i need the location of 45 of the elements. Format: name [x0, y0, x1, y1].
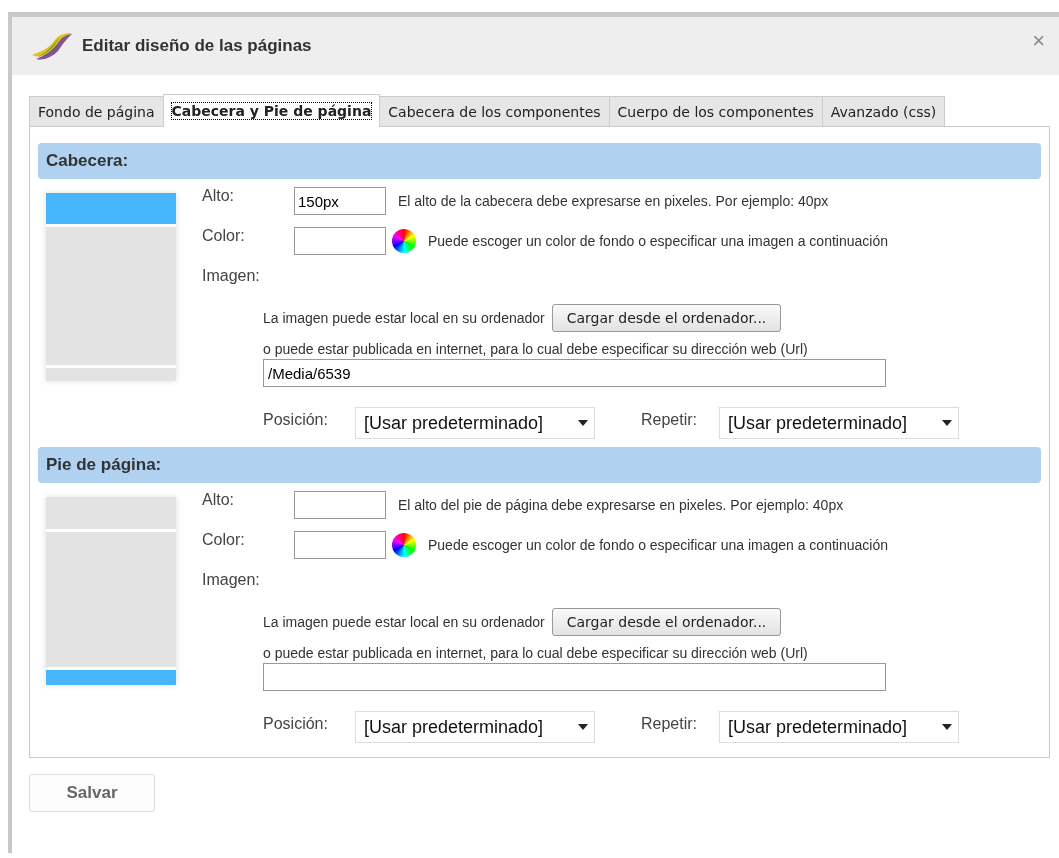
- color-input[interactable]: [294, 227, 386, 255]
- caret-icon: [942, 420, 952, 426]
- upload-button[interactable]: Cargar desde el ordenador...: [551, 304, 782, 332]
- height-input[interactable]: [294, 491, 386, 519]
- tab[interactable]: Cuerpo de los componentes: [608, 96, 823, 126]
- repeat-dropdown[interactable]: [Usar predeterminado]: [719, 711, 959, 743]
- section-header: Cabecera:: [38, 143, 1041, 179]
- position-dropdown[interactable]: [Usar predeterminado]: [355, 407, 595, 439]
- field-label: Color:: [202, 226, 246, 245]
- info-text: o puede estar publicada en internet, para lo cual debe especificar su dirección web (Url): [263, 645, 809, 661]
- tab[interactable]: Fondo de página: [29, 96, 164, 126]
- field-label: Posición:: [263, 715, 329, 733]
- position-dropdown[interactable]: [Usar predeterminado]: [355, 711, 595, 743]
- tab[interactable]: Avanzado (css): [821, 96, 946, 126]
- height-input[interactable]: 150px: [294, 187, 386, 215]
- caret-icon: [578, 724, 588, 730]
- field-label: Color:: [202, 530, 246, 549]
- url-input[interactable]: /Media/6539: [263, 359, 886, 387]
- info-text: La imagen puede estar local en su ordenador: [263, 614, 545, 630]
- field-label: Repetir:: [641, 411, 699, 429]
- window-title: Editar diseño de las páginas: [82, 36, 313, 56]
- hint-text: Puede escoger un color de fondo o especificar una imagen a continuación: [428, 537, 888, 553]
- tab[interactable]: Cabecera de los componentes: [379, 96, 610, 126]
- repeat-dropdown[interactable]: [Usar predeterminado]: [719, 407, 959, 439]
- field-label: Alto:: [202, 490, 235, 509]
- color-input[interactable]: [294, 531, 386, 559]
- info-text: o puede estar publicada en internet, para lo cual debe especificar su dirección web (Url): [263, 341, 809, 357]
- color-wheel-icon[interactable]: [392, 229, 416, 253]
- hint-text: El alto del pie de página debe expresarse en pixeles. Por ejemplo: 40px: [398, 497, 844, 513]
- hint-text: Puede escoger un color de fondo o especificar una imagen a continuación: [428, 233, 888, 249]
- hint-text: El alto de la cabecera debe expresarse en pixeles. Por ejemplo: 40px: [398, 193, 829, 209]
- field-label: Posición:: [263, 411, 329, 429]
- field-label: Imagen:: [202, 266, 261, 285]
- upload-button[interactable]: Cargar desde el ordenador...: [551, 608, 782, 636]
- info-text: La imagen puede estar local en su ordenador: [263, 310, 545, 326]
- field-label: Imagen:: [202, 570, 261, 589]
- section-header: Pie de página:: [38, 447, 1041, 483]
- caret-icon: [578, 420, 588, 426]
- field-label: Alto:: [202, 186, 235, 205]
- color-wheel-icon[interactable]: [392, 533, 416, 557]
- field-label: Repetir:: [641, 715, 699, 733]
- url-input[interactable]: [263, 663, 886, 691]
- save-button[interactable]: Salvar: [29, 774, 155, 812]
- caret-icon: [942, 724, 952, 730]
- tab[interactable]: Cabecera y Pie de página: [162, 94, 381, 127]
